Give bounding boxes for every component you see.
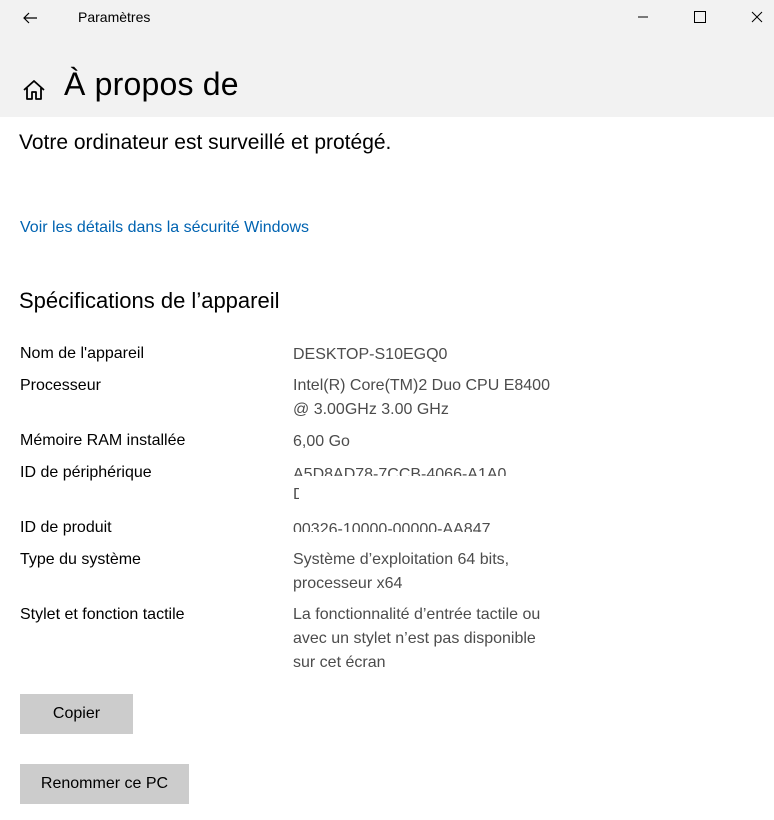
system-type-value: Système d’exploitation 64 bits, processe…: [293, 551, 510, 592]
windows-security-link[interactable]: Voir les détails dans la sécurité Window…: [20, 219, 309, 237]
device-specs-heading: Spécifications de l’appareil: [19, 288, 280, 313]
close-button[interactable]: [734, 0, 774, 34]
ram-label: Mémoire RAM installée: [20, 432, 186, 449]
back-arrow-icon: [23, 12, 37, 24]
minimize-icon: [638, 16, 648, 18]
window-title: Paramètres: [78, 9, 151, 25]
product-id-label: ID de produit: [20, 519, 112, 536]
rename-pc-button[interactable]: Renommer ce PC: [20, 764, 189, 804]
product-id-value: 00326-10000-00000-AA847: [293, 521, 491, 532]
processor-value: Intel(R) Core(TM)2 Duo CPU E8400 @ 3.00G…: [293, 377, 550, 418]
processor-label: Processeur: [20, 377, 101, 394]
device-id-value-line1: A5D8AD78-7CCB-4066-A1A0: [293, 466, 507, 476]
pen-touch-label: Stylet et fonction tactile: [20, 606, 185, 623]
back-button[interactable]: [14, 3, 46, 33]
page-header: À propos de: [0, 36, 774, 117]
home-icon: [23, 80, 45, 100]
security-status-text: Votre ordinateur est surveillé et protég…: [19, 131, 392, 154]
maximize-button[interactable]: [677, 0, 723, 34]
title-bar: Paramètres: [0, 0, 774, 36]
pen-touch-value: La fonctionnalité d’entrée tactile ou av…: [293, 606, 541, 671]
device-id-value-line2: D: [293, 486, 299, 503]
close-icon: [751, 11, 763, 23]
maximize-icon: [694, 11, 706, 23]
device-name-label: Nom de l'appareil: [20, 345, 145, 362]
device-id-label: ID de périphérique: [20, 464, 152, 481]
device-name-value: DESKTOP-S10EGQ0: [293, 346, 448, 363]
page-title: À propos de: [64, 66, 239, 102]
home-button[interactable]: [20, 76, 48, 104]
system-type-label: Type du système: [20, 551, 141, 568]
copy-button[interactable]: Copier: [20, 694, 133, 734]
ram-value: 6,00 Go: [293, 433, 350, 450]
minimize-button[interactable]: [620, 0, 666, 34]
